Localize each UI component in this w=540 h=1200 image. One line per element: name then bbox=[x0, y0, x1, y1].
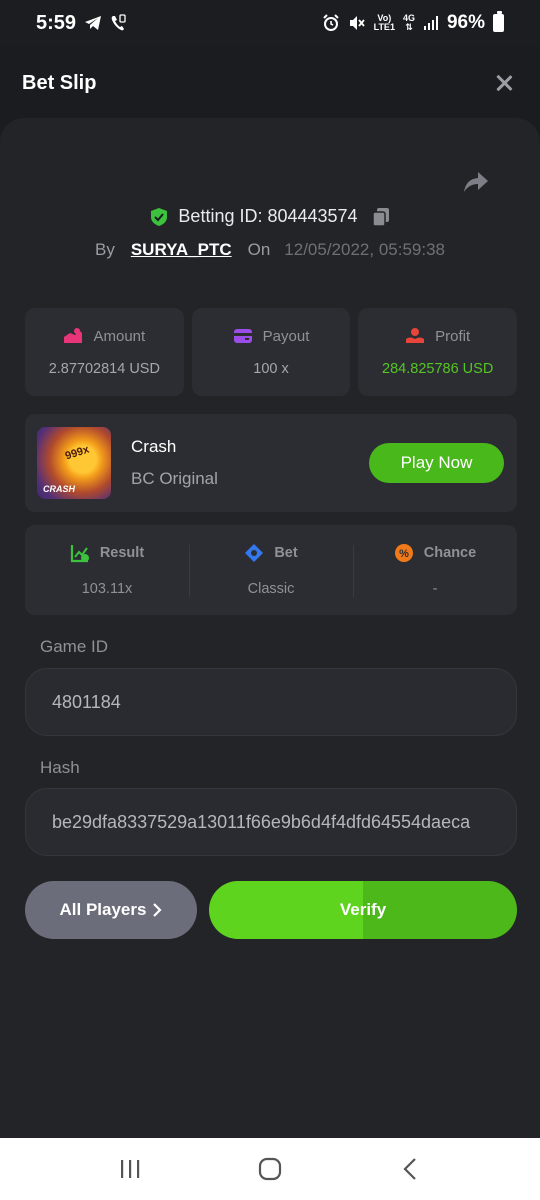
chance-icon: % bbox=[394, 544, 413, 562]
stat-amount-head: Amount bbox=[63, 327, 145, 345]
recent-apps-icon bbox=[121, 1160, 140, 1178]
shield-check-icon bbox=[151, 207, 168, 226]
status-left: 5:59 bbox=[36, 12, 126, 35]
network-gen: 4G ⇅ bbox=[403, 14, 415, 32]
profit-label: Profit bbox=[435, 327, 471, 345]
payout-label: Payout bbox=[262, 327, 310, 345]
stats-row: Amount 2.87702814 USD Payout 100 x Profi… bbox=[25, 308, 518, 396]
thumb-title: CRASH bbox=[43, 484, 76, 494]
stat-payout-head: Payout bbox=[233, 327, 310, 345]
home-button[interactable] bbox=[250, 1149, 290, 1189]
by-label: By bbox=[94, 240, 115, 259]
recent-apps-button[interactable] bbox=[110, 1149, 150, 1189]
bet-datetime: 12/05/2022, 05:59:38 bbox=[284, 240, 445, 259]
chevron-right-icon bbox=[153, 903, 163, 917]
hash-label: Hash bbox=[40, 758, 80, 777]
username-link[interactable]: SURYA_PTC bbox=[131, 240, 232, 260]
back-button[interactable] bbox=[390, 1149, 430, 1189]
play-now-button[interactable]: Play Now bbox=[369, 443, 504, 483]
all-players-button[interactable]: All Players bbox=[25, 881, 197, 939]
stat-profit: Profit 284.825786 USD bbox=[358, 308, 518, 396]
alarm-icon bbox=[322, 14, 339, 31]
hash-field[interactable]: be29dfa8337529a13011f66e9b6d4f4dfd64554d… bbox=[25, 788, 517, 856]
detail-result: Result 103.11x bbox=[25, 525, 189, 615]
betting-id-row: Betting ID: 804443574 bbox=[0, 206, 540, 227]
all-players-label: All Players bbox=[59, 900, 147, 919]
amount-label: Amount bbox=[93, 327, 146, 345]
chance-label: Chance bbox=[423, 545, 477, 561]
payout-value: 100 x bbox=[253, 361, 289, 377]
amount-icon bbox=[64, 328, 83, 343]
status-bar: 5:59 Vo) LTE1 4G ⇅ 96% bbox=[0, 0, 540, 46]
bet-value: Classic bbox=[247, 581, 295, 597]
close-icon[interactable] bbox=[492, 71, 516, 95]
result-value: 103.11x bbox=[81, 581, 133, 597]
call-icon bbox=[111, 14, 126, 31]
game-info: Crash BC Original bbox=[131, 437, 369, 489]
battery-icon bbox=[493, 11, 504, 32]
bet-label: Bet bbox=[274, 545, 298, 561]
detail-bet: Bet Classic bbox=[189, 525, 353, 615]
chance-value: - bbox=[432, 581, 438, 597]
stat-amount: Amount 2.87702814 USD bbox=[25, 308, 184, 396]
detail-chance: % Chance - bbox=[353, 525, 517, 615]
bet-slip-card: Betting ID: 804443574 By SURYA_PTC On 12… bbox=[0, 118, 540, 1138]
result-label: Result bbox=[99, 545, 145, 561]
status-time: 5:59 bbox=[36, 11, 77, 34]
thumb-multiplier: 999x bbox=[63, 443, 91, 463]
betting-id: Betting ID: 804443574 bbox=[178, 206, 358, 226]
battery-percent: 96% bbox=[446, 12, 485, 33]
header: Bet Slip bbox=[0, 46, 540, 120]
verify-button[interactable]: Verify bbox=[209, 881, 517, 939]
status-right: Vo) LTE1 4G ⇅ 96% bbox=[322, 11, 504, 34]
profit-icon bbox=[406, 328, 425, 343]
signal-icon bbox=[423, 16, 438, 30]
copy-icon[interactable] bbox=[371, 207, 390, 227]
payout-icon bbox=[233, 329, 252, 343]
home-icon bbox=[258, 1157, 282, 1181]
volte-label: Vo) LTE1 bbox=[374, 14, 395, 32]
stat-payout: Payout 100 x bbox=[191, 308, 351, 396]
telegram-icon bbox=[85, 16, 102, 30]
system-nav-bar bbox=[0, 1138, 540, 1200]
game-name: Crash bbox=[131, 437, 177, 456]
amount-value: 2.87702814 USD bbox=[48, 361, 160, 377]
profit-value: 284.825786 USD bbox=[382, 361, 494, 377]
share-icon[interactable] bbox=[462, 168, 490, 196]
svg-text:%: % bbox=[399, 548, 409, 560]
page-title: Bet Slip bbox=[22, 71, 97, 94]
detail-result-head: Result bbox=[70, 543, 144, 563]
volte-bottom: LTE1 bbox=[373, 22, 395, 32]
detail-bet-head: Bet bbox=[244, 543, 298, 563]
result-icon bbox=[70, 545, 89, 563]
data-arrows-icon: ⇅ bbox=[405, 22, 413, 32]
game-id-field[interactable]: 4801184 bbox=[25, 668, 517, 736]
bet-icon bbox=[245, 544, 264, 562]
detail-chance-head: % Chance bbox=[394, 543, 476, 563]
by-row: By SURYA_PTC On 12/05/2022, 05:59:38 bbox=[0, 240, 540, 260]
details-row: Result 103.11x Bet Classic % Chance - bbox=[25, 525, 517, 615]
game-id-label: Game ID bbox=[40, 637, 109, 656]
mute-icon bbox=[349, 16, 365, 30]
game-provider: BC Original bbox=[131, 469, 218, 488]
game-thumbnail[interactable]: 999x CRASH bbox=[37, 427, 111, 499]
on-label: On bbox=[247, 240, 271, 259]
stat-profit-head: Profit bbox=[405, 327, 470, 345]
back-icon bbox=[403, 1158, 416, 1180]
game-row: 999x CRASH Crash BC Original Play Now bbox=[25, 414, 517, 512]
